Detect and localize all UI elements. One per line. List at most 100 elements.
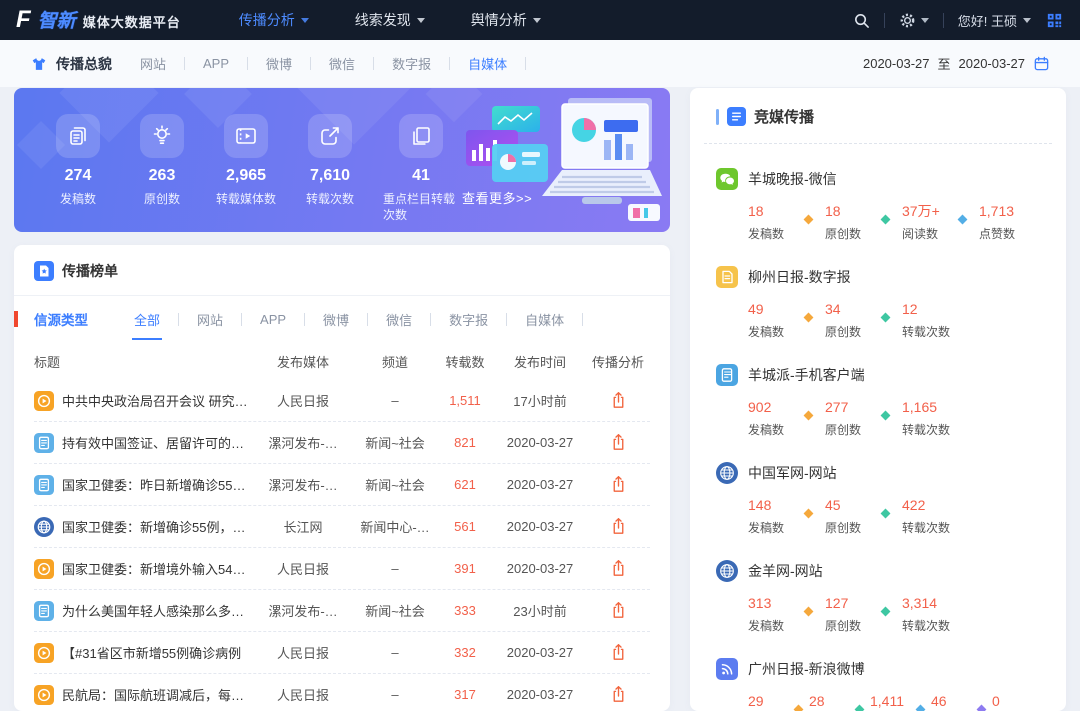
analysis-export-icon[interactable] [610,390,627,409]
tab-label: 自媒体 [466,50,509,77]
nav-menu-item-传播分析[interactable]: 传播分析 [239,10,309,30]
filter-tab-微信[interactable]: 微信 [384,306,447,333]
nav-menu-item-舆情分析[interactable]: 舆情分析 [471,10,541,30]
competitor-name[interactable]: 金羊网-网站 [748,561,823,581]
calendar-icon[interactable] [1033,55,1050,72]
analysis-export-icon[interactable] [610,600,627,619]
table-row: 中共中央政治局召开会议 研究部署 人民日报 – 1,511 17小时前 [34,380,650,422]
tab-overview[interactable]: 传播总貌 [30,54,112,74]
diamond-separator [881,509,891,519]
filter-tab-自媒体[interactable]: 自媒体 [523,306,599,333]
stat: 45 原创数 [825,497,869,536]
article-title[interactable]: 国家卫健委：新增确诊55例，其… [62,517,252,536]
competitor-entry: 金羊网-网站 313 发稿数 127 原创数 3,314 转载次数 [716,560,1040,634]
divider [241,313,242,326]
analysis-export-icon[interactable] [610,684,627,703]
user-menu[interactable]: 您好! 王硕 [958,11,1031,30]
stat-label: 转载次数 [902,323,950,340]
stat-value: 37万+ [902,203,946,219]
competitor-name[interactable]: 中国军网-网站 [748,463,837,483]
stat-label: 发稿数 [748,421,792,438]
qr-code-icon[interactable] [1045,11,1064,30]
divider [184,57,185,70]
diamond-separator [804,411,814,421]
media-tab-自媒体[interactable]: 自媒体 [466,50,542,77]
nav-menu-item-线索发现[interactable]: 线索发现 [355,10,425,30]
competitor-entry: 羊城派-手机客户端 902 发稿数 277 原创数 1,165 转载次数 [716,364,1040,438]
publish-time: 2020-03-27 [494,435,586,450]
table-row: 为什么美国年轻人感染那么多？… 漯河发布-… 新闻~社会 333 23小时前 [34,590,650,632]
stat-label: 发稿数 [748,519,792,536]
chevron-down-icon [921,18,929,23]
analysis-export-icon[interactable] [610,516,627,535]
media-tab-网站[interactable]: 网站 [138,50,201,77]
filter-tab-APP[interactable]: APP [258,308,321,331]
article-title[interactable]: 国家卫健委：昨日新增确诊55例… [62,475,252,494]
table-row: 国家卫健委：昨日新增确诊55例… 漯河发布-… 新闻~社会 621 2020-0… [34,464,650,506]
ranking-doc-icon [34,261,54,281]
date-range[interactable]: 2020-03-27 至 2020-03-27 [863,54,1050,73]
repost-count: 561 [436,519,494,534]
competitor-name[interactable]: 羊城晚报-微信 [748,169,837,189]
competitor-name[interactable]: 羊城派-手机客户端 [748,365,865,385]
competitor-header: 竞媒传播 [716,106,1040,127]
competitor-stats: 148 发稿数 45 原创数 422 转载次数 [748,497,1040,536]
media-tab-数字报[interactable]: 数字报 [390,50,466,77]
stat-value: 28 [809,693,849,709]
analysis-export-icon[interactable] [610,432,627,451]
competitor-name[interactable]: 广州日报-新浪微博 [748,659,865,679]
table-body: 中共中央政治局召开会议 研究部署 人民日报 – 1,511 17小时前 持有效中… [34,380,650,711]
analysis-export-icon[interactable] [610,558,627,577]
media-tab-微博[interactable]: 微博 [264,50,327,77]
article-title[interactable]: 持有效中国签证、居留许可的外… [62,433,252,452]
stat-label: 转载次数 [902,421,950,438]
article-title[interactable]: 中共中央政治局召开会议 研究部署 [62,391,252,410]
divider [430,313,431,326]
navbar-right: 您好! 王硕 [853,11,1064,30]
video-badge-icon [34,643,54,663]
filter-tab-微博[interactable]: 微博 [321,306,384,333]
article-title[interactable]: 【#31省区市新增55例确诊病例 [62,643,241,662]
video-badge-icon [34,685,54,705]
settings-dropdown[interactable] [899,12,929,29]
competitor-name[interactable]: 柳州日报-数字报 [748,267,851,287]
stat: 1,165 转载次数 [902,399,950,438]
channel: 新闻中心-… [354,517,436,536]
article-title[interactable]: 为什么美国年轻人感染那么多？… [62,601,252,620]
tab-label: 微博 [264,50,294,77]
search-icon[interactable] [853,12,870,29]
tab-label: APP [258,308,288,331]
banner-stat: 263 原创数 [124,114,200,223]
web-icon [716,560,738,582]
stat-label: 转载次数 [902,519,950,536]
logo-brand-text: 智新 [38,6,76,33]
stat-label: 发稿数 [60,191,96,207]
publish-time: 17小时前 [494,391,586,410]
publish-time: 2020-03-27 [494,477,586,492]
chevron-down-icon [301,18,309,23]
competitor-stats: 29 发稿数 28 原创数 1,411 转发数 46 评论数 0 阅读数 [748,693,1040,711]
competitor-stats: 49 发稿数 34 原创数 12 转载次数 [748,301,1040,340]
app-logo[interactable]: F 智新 媒体大数据平台 [16,0,181,40]
filter-tab-数字报[interactable]: 数字报 [447,306,523,333]
stat-value: 422 [902,497,950,513]
column-header: 频道 [354,352,436,371]
filter-tab-网站[interactable]: 网站 [195,306,258,333]
stat-label: 原创数 [825,421,869,438]
media-tab-APP[interactable]: APP [201,52,264,75]
filter-tab-全部[interactable]: 全部 [132,306,195,333]
analysis-export-icon[interactable] [610,474,627,493]
analysis-export-icon[interactable] [610,642,627,661]
article-title[interactable]: 民航局：国际航班调减后，每天… [62,685,252,704]
article-title[interactable]: 国家卫健委：新增境外输入54例 … [62,559,252,578]
user-greeting: 您好! 王硕 [958,11,1017,30]
stat: 18 原创数 [825,203,869,242]
tab-label: 微信 [384,306,414,333]
left-column: 274 发稿数 263 原创数 2,965 转载媒体数 7,610 转载次数 4… [14,88,670,711]
competitor-entries: 羊城晚报-微信 18 发稿数 18 原创数 37万+ 阅读数 1,713 点赞数… [716,168,1040,711]
divider [884,13,885,28]
column-header: 发布媒体 [252,352,354,371]
stat-label: 发稿数 [748,323,792,340]
repost-count: 1,511 [436,393,494,408]
media-tab-微信[interactable]: 微信 [327,50,390,77]
